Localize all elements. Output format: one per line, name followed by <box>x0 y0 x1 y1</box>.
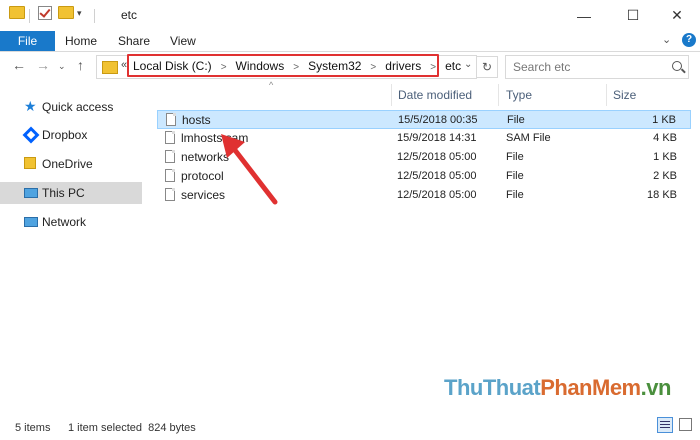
window-title: etc <box>121 8 138 22</box>
column-header-type[interactable]: Type <box>506 88 532 110</box>
tab-home[interactable]: Home <box>65 34 97 48</box>
file-date: 15/5/2018 00:35 <box>398 114 478 126</box>
ribbon-tabs: File Home Share View ⌄ ? <box>0 31 700 52</box>
watermark-logo: ThuThuatPhanMem.vn <box>444 375 671 401</box>
red-arrow-annotation <box>221 134 278 205</box>
column-divider[interactable] <box>606 84 607 106</box>
file-name: hosts <box>182 113 211 127</box>
watermark-part: ThuThuat <box>444 375 541 400</box>
file-icon <box>165 188 175 201</box>
sort-ascending-icon: ^ <box>269 80 274 90</box>
watermark-part: .vn <box>640 375 672 400</box>
file-explorer-window: ▾ etc — ☐ ✕ File Home Share View ⌄ ? ← →… <box>0 0 700 440</box>
sidebar-item-network[interactable]: Network <box>0 211 142 233</box>
selection-info: 1 item selected 824 bytes <box>68 422 196 434</box>
file-icon <box>165 150 175 163</box>
file-type: File <box>506 170 524 182</box>
file-size: 1 KB <box>652 114 676 126</box>
up-arrow-icon[interactable]: ↑ <box>77 57 84 73</box>
address-highlight-annotation <box>127 54 439 77</box>
file-size: 18 KB <box>647 189 677 201</box>
customize-toolbar-icon[interactable]: ▾ <box>77 8 82 19</box>
file-size: 4 KB <box>653 132 677 144</box>
column-divider[interactable] <box>498 84 499 106</box>
help-icon[interactable]: ? <box>682 33 696 47</box>
file-type: File <box>507 114 525 126</box>
sidebar-item-label: Network <box>42 215 87 229</box>
column-divider[interactable] <box>391 84 392 106</box>
file-date: 12/5/2018 05:00 <box>397 151 477 163</box>
network-icon <box>24 217 38 230</box>
close-button[interactable]: ✕ <box>654 0 700 31</box>
file-type: File <box>506 151 524 163</box>
dropbox-icon <box>22 126 40 144</box>
pc-icon <box>24 188 38 201</box>
sidebar-item-this-pc[interactable]: This PC <box>0 182 142 204</box>
search-icon <box>672 61 682 71</box>
maximize-button[interactable]: ☐ <box>610 0 656 31</box>
search-input[interactable]: Search etc <box>505 55 689 79</box>
folder-icon <box>24 157 38 170</box>
file-date: 15/9/2018 14:31 <box>397 132 477 144</box>
status-bar: 5 items 1 item selected 824 bytes <box>0 418 700 440</box>
file-size: 1 KB <box>653 151 677 163</box>
column-header-size[interactable]: Size <box>613 88 636 110</box>
address-dropdown-icon[interactable]: ⌄ <box>464 59 472 70</box>
folder-icon <box>102 61 118 74</box>
sidebar-item-label: Dropbox <box>42 128 88 142</box>
sidebar-item-label: OneDrive <box>42 157 93 171</box>
watermark-part: PhanMem <box>540 375 641 400</box>
navigation-pane: ★ Quick access Dropbox OneDrive This PC … <box>0 83 142 408</box>
divider <box>94 9 95 23</box>
file-type: File <box>506 189 524 201</box>
folder-icon <box>9 6 25 19</box>
column-header-date[interactable]: Date modified <box>398 88 472 110</box>
minimize-button[interactable]: — <box>561 0 607 31</box>
back-arrow-icon[interactable]: ← <box>12 57 26 73</box>
properties-icon[interactable] <box>38 6 52 20</box>
file-size: 2 KB <box>653 170 677 182</box>
sidebar-item-quick-access[interactable]: ★ Quick access <box>0 96 142 118</box>
details-view-icon[interactable] <box>657 417 673 433</box>
search-placeholder: Search etc <box>513 60 571 74</box>
sidebar-item-label: Quick access <box>42 100 114 114</box>
forward-arrow-icon[interactable]: → <box>36 57 50 73</box>
file-date: 12/5/2018 05:00 <box>397 189 477 201</box>
sidebar-item-label: This PC <box>42 186 85 200</box>
tab-share[interactable]: Share <box>118 34 150 48</box>
item-count: 5 items <box>15 422 51 434</box>
divider <box>29 9 30 23</box>
title-bar: ▾ etc — ☐ ✕ <box>0 0 700 31</box>
file-date: 12/5/2018 05:00 <box>397 170 477 182</box>
star-icon: ★ <box>24 98 37 114</box>
recent-locations-icon[interactable]: ⌄ <box>58 61 66 72</box>
crumb-etc[interactable]: etc <box>445 59 461 73</box>
file-icon <box>165 131 175 144</box>
chevron-down-icon[interactable]: ⌄ <box>662 33 671 46</box>
new-folder-icon[interactable] <box>58 6 74 19</box>
file-icon <box>165 169 175 182</box>
large-icons-view-icon[interactable] <box>679 418 692 431</box>
refresh-icon[interactable]: ↻ <box>476 56 498 78</box>
file-type: SAM File <box>506 132 551 144</box>
sidebar-item-dropbox[interactable]: Dropbox <box>0 124 142 146</box>
sidebar-item-onedrive[interactable]: OneDrive <box>0 153 142 175</box>
tab-view[interactable]: View <box>170 34 196 48</box>
tab-file[interactable]: File <box>0 31 55 51</box>
file-icon <box>166 113 176 126</box>
table-row[interactable]: hosts 15/5/2018 00:35 File 1 KB <box>157 110 691 129</box>
